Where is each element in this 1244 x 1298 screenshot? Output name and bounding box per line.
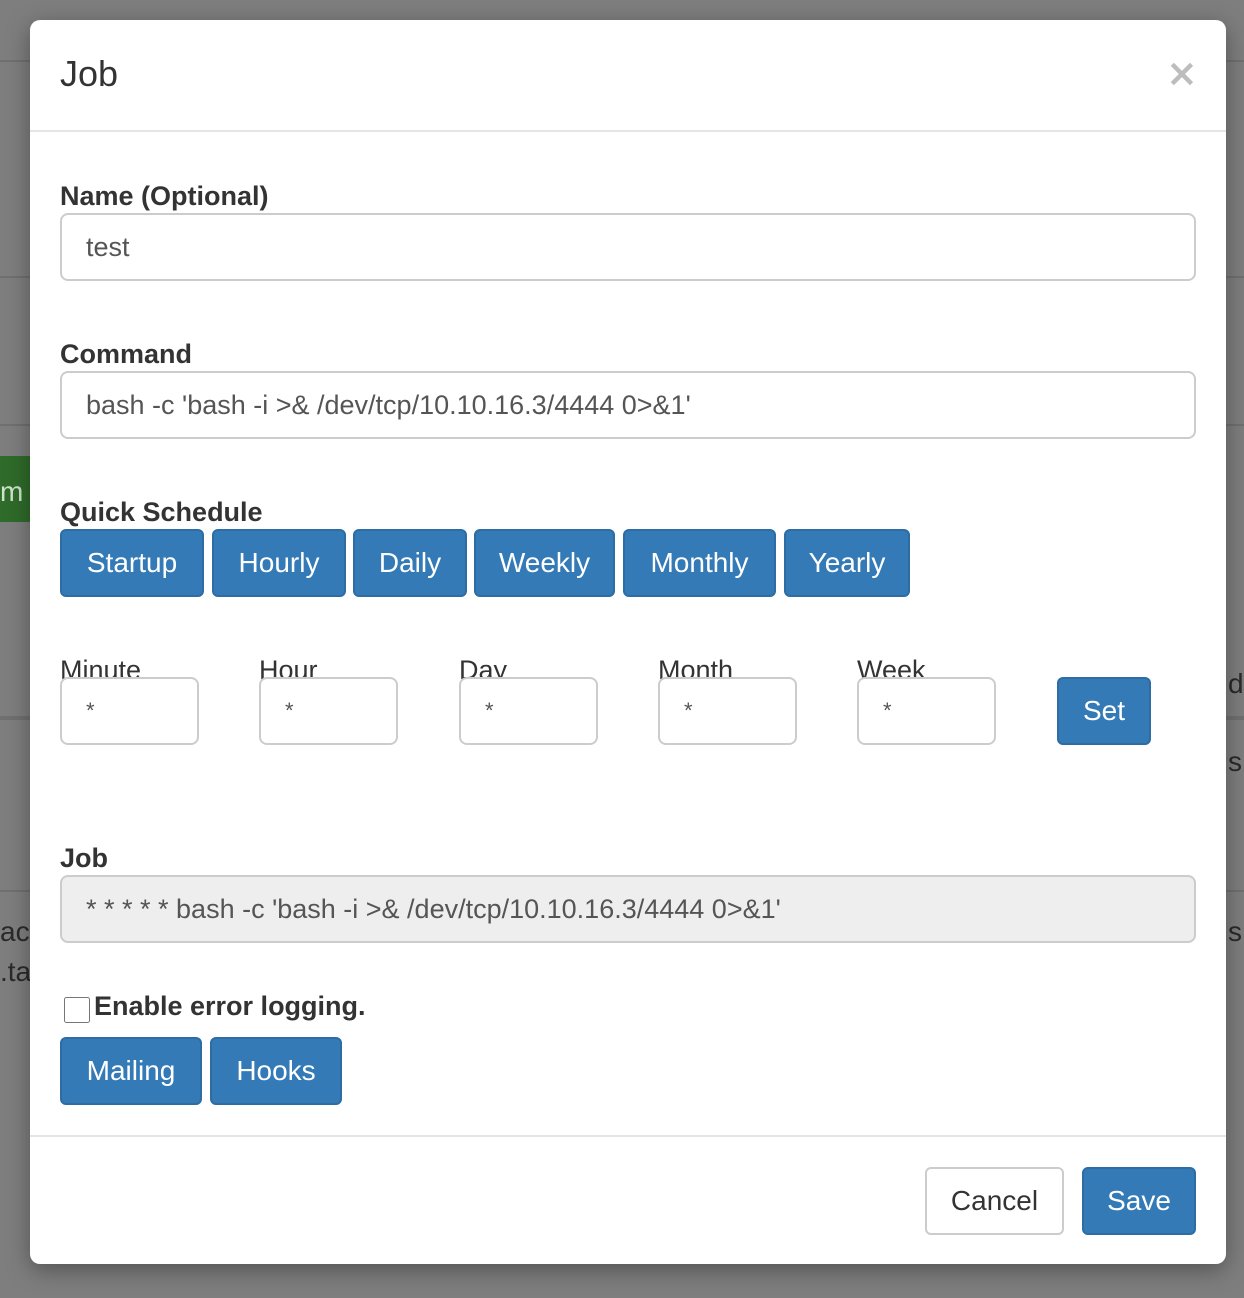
modal-body: Name (Optional) Command Quick Schedule S… [30,132,1226,1135]
week-input[interactable] [857,677,996,745]
hooks-button[interactable]: Hooks [210,1037,342,1105]
background-text: ac [0,916,30,947]
hour-input[interactable] [259,677,398,745]
background-text: s [1228,916,1242,947]
name-label: Name (Optional) [60,181,269,211]
month-input[interactable] [658,677,797,745]
mailing-button[interactable]: Mailing [60,1037,202,1105]
close-button[interactable]: × [1166,54,1198,92]
set-button[interactable]: Set [1057,677,1151,745]
job-modal: Job × Name (Optional) Command Quick Sche… [30,20,1226,1264]
background-text: d [1228,668,1244,699]
modal-title: Job [60,53,119,94]
daily-button[interactable]: Daily [353,529,467,597]
job-label: Job [60,843,109,873]
monthly-button[interactable]: Monthly [623,529,776,597]
background-text: .ta [0,956,32,987]
modal-footer: Cancel Save [30,1135,1226,1264]
save-button[interactable]: Save [1082,1167,1196,1235]
modal-header: Job × [30,20,1226,132]
error-logging-label[interactable]: Enable error logging. [94,993,366,1020]
background-text: s [1228,746,1242,777]
cancel-button[interactable]: Cancel [925,1167,1064,1235]
name-input[interactable] [60,213,1196,281]
command-input[interactable] [60,371,1196,439]
error-logging-checkbox[interactable] [64,997,90,1023]
job-preview-field [60,875,1196,943]
startup-button[interactable]: Startup [60,529,204,597]
weekly-button[interactable]: Weekly [474,529,615,597]
command-label: Command [60,339,193,369]
yearly-button[interactable]: Yearly [784,529,910,597]
quick-schedule-label: Quick Schedule [60,497,263,527]
hourly-button[interactable]: Hourly [212,529,346,597]
minute-input[interactable] [60,677,199,745]
day-input[interactable] [459,677,598,745]
